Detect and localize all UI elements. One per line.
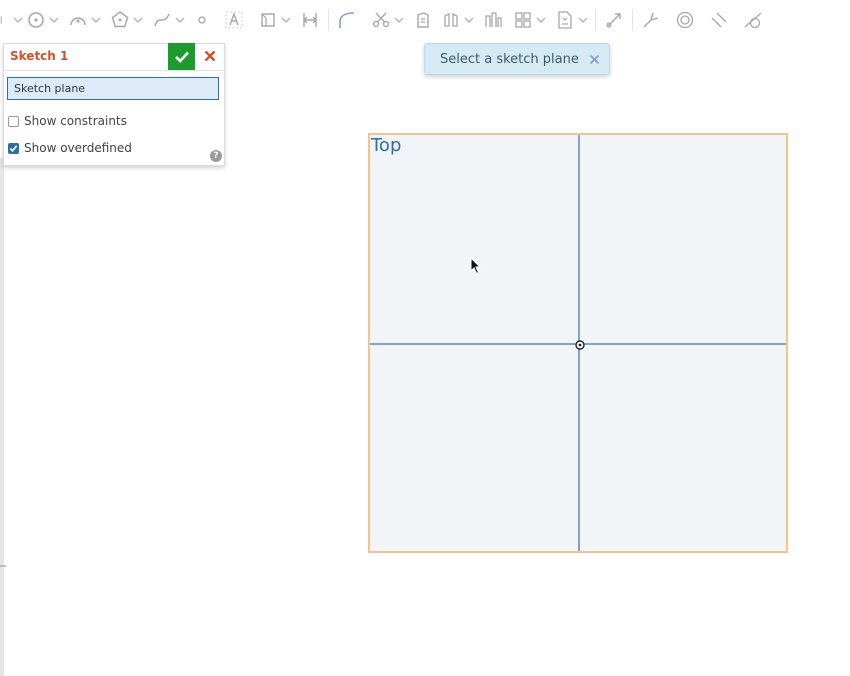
chevron-down-icon[interactable] [174,8,186,32]
toolbar-divider [328,9,329,31]
origin-icon[interactable] [575,340,585,350]
show-overdefined-label: Show overdefined [24,141,132,155]
concentric-tool[interactable] [673,0,697,40]
mirror-tool-icon[interactable] [439,8,463,32]
sketch-dialog: Sketch 1 Show constraints Show overdefin… [3,43,225,166]
help-icon[interactable]: ? [210,150,222,162]
show-constraints-label: Show constraints [24,114,127,128]
show-overdefined-checkbox[interactable]: Show overdefined [8,141,132,155]
text-tool[interactable] [222,0,246,40]
dxf-import-tool[interactable] [553,0,589,40]
point-tool[interactable] [190,0,214,40]
dxf-import-icon[interactable] [553,8,577,32]
toolbar-divider [595,9,596,31]
transform-tool-icon[interactable] [602,8,626,32]
chevron-down-icon[interactable] [48,8,60,32]
show-constraints-checkbox[interactable]: Show constraints [8,114,127,128]
chevron-down-icon[interactable] [577,8,589,32]
use-tool-icon[interactable] [411,8,435,32]
pattern-tool-icon[interactable] [511,8,535,32]
spline-tool[interactable] [150,0,186,40]
concentric-tool-icon[interactable] [673,8,697,32]
use-tool[interactable] [411,0,435,40]
arc-tool-icon[interactable] [66,8,90,32]
trim-tool-icon[interactable] [369,8,393,32]
close-icon [204,50,216,62]
dialog-header: Sketch 1 [4,43,224,71]
polygon-tool-icon[interactable] [108,8,132,32]
polygon-tool[interactable] [108,0,144,40]
chevron-down-icon[interactable] [535,8,547,32]
mouse-cursor-icon [470,257,482,275]
intersection-tool-icon[interactable] [639,8,663,32]
dimension-tool-icon[interactable] [298,8,322,32]
fillet-tool[interactable] [335,0,359,40]
sketch-toolbar [0,0,850,40]
checkmark-icon [9,144,18,152]
fillet-tool-icon[interactable] [335,8,359,32]
prompt-toast: Select a sketch plane [424,43,610,75]
parallel-tool[interactable] [707,0,731,40]
line-tool[interactable] [0,0,24,40]
checkbox-checked[interactable] [8,142,19,154]
toast-close-icon[interactable] [587,52,601,66]
intersection-tool[interactable] [639,0,663,40]
cancel-button[interactable] [200,46,220,66]
chevron-down-icon[interactable] [12,8,24,32]
checkbox-unchecked[interactable] [8,115,19,127]
chevron-down-icon[interactable] [132,8,144,32]
tangent-tool-icon[interactable] [741,8,765,32]
chevron-down-icon[interactable] [463,8,475,32]
top-plane[interactable]: Top [368,133,788,553]
confirm-button[interactable] [168,43,195,70]
construction-tool[interactable] [256,0,292,40]
linear-pattern-icon[interactable] [481,8,505,32]
circle-tool-icon[interactable] [24,8,48,32]
pattern-tool[interactable] [511,0,547,40]
dialog-title: Sketch 1 [10,49,69,63]
sketch-plane-field[interactable] [7,77,219,100]
chevron-down-icon[interactable] [280,8,292,32]
spline-tool-icon[interactable] [150,8,174,32]
circle-tool[interactable] [24,0,60,40]
graphics-edge [0,158,4,676]
transform-tool[interactable] [602,0,626,40]
tangent-tool[interactable] [741,0,765,40]
chevron-down-icon[interactable] [90,8,102,32]
construction-tool-icon[interactable] [256,8,280,32]
line-tool-icon[interactable] [0,8,12,32]
mirror-tool[interactable] [439,0,475,40]
toolbar-divider [632,9,633,31]
plane-label: Top [371,135,402,156]
text-tool-icon[interactable] [222,8,246,32]
trim-tool[interactable] [369,0,405,40]
dimension-tool[interactable] [298,0,322,40]
toast-message: Select a sketch plane [440,51,579,67]
arc-tool[interactable] [66,0,102,40]
linear-pattern-tool[interactable] [481,0,505,40]
point-tool-icon[interactable] [190,8,214,32]
check-icon [174,51,189,63]
graphics-edge-notch [0,565,6,567]
parallel-tool-icon[interactable] [707,8,731,32]
chevron-down-icon[interactable] [393,8,405,32]
